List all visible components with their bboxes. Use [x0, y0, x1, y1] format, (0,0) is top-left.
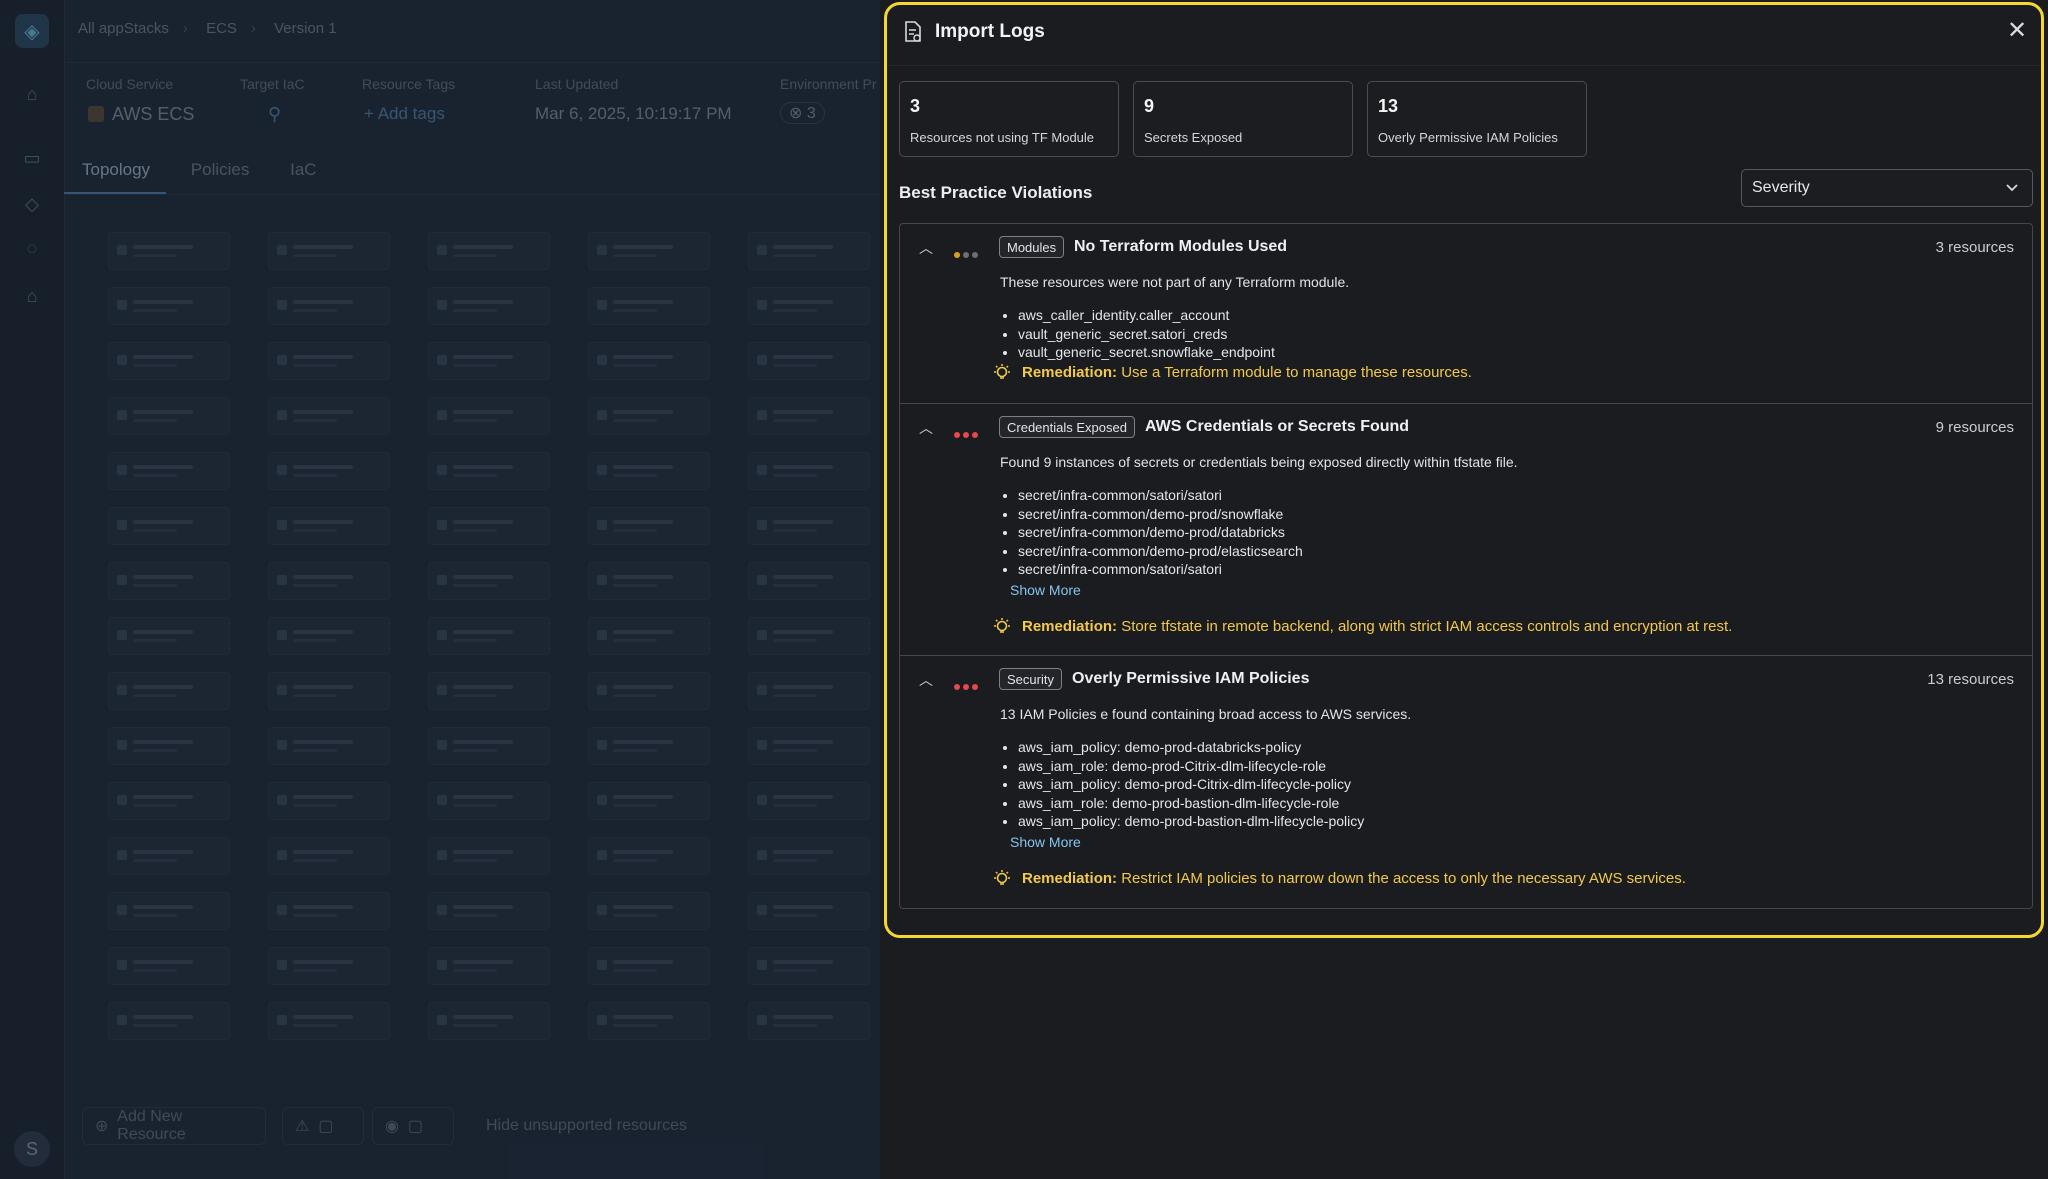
- violation-description: These resources were not part of any Ter…: [1000, 274, 1350, 290]
- chevron-up-icon[interactable]: ︿: [918, 238, 934, 256]
- file-log-icon: [903, 21, 925, 45]
- list-item: vault_generic_secret.snowflake_endpoint: [1018, 343, 1275, 362]
- severity-dot: [972, 684, 978, 690]
- severity-dot: [972, 432, 978, 438]
- chevron-up-icon[interactable]: ︿: [918, 670, 934, 688]
- violation-title: Overly Permissive IAM Policies: [1072, 670, 1310, 687]
- violation-item: ︿ Security Overly Permissive IAM Policie…: [900, 656, 2032, 908]
- drawer-title: Import Logs: [935, 21, 1045, 42]
- severity-indicator: [954, 245, 981, 263]
- chevron-down-icon: [2004, 177, 2022, 197]
- violation-item: ︿ Credentials Exposed AWS Credentials or…: [900, 404, 2032, 656]
- stat-card-iam-policies: 13 Overly Permissive IAM Policies: [1367, 81, 1587, 157]
- severity-dot: [963, 252, 969, 258]
- list-item: secret/infra-common/demo-prod/elasticsea…: [1018, 542, 1303, 561]
- stat-label: Resources not using TF Module: [910, 130, 1095, 145]
- show-more-link[interactable]: Show More: [1010, 834, 1081, 850]
- lightbulb-icon: [992, 363, 1012, 383]
- resource-list: secret/infra-common/satori/satori secret…: [1000, 486, 1303, 579]
- severity-dot: [963, 684, 969, 690]
- lightbulb-icon: [992, 617, 1012, 637]
- close-icon[interactable]: ✕: [2003, 17, 2031, 45]
- stat-number: 3: [910, 96, 921, 116]
- violation-description: 13 IAM Policies e found containing broad…: [1000, 706, 1412, 722]
- stat-label: Secrets Exposed: [1144, 130, 1243, 145]
- chevron-up-icon[interactable]: ︿: [918, 418, 934, 436]
- severity-indicator: [954, 677, 981, 695]
- resource-list: aws_iam_policy: demo-prod-databricks-pol…: [1000, 738, 1364, 831]
- violation-item: ︿ Modules No Terraform Modules Used 3 re…: [900, 224, 2032, 404]
- show-more-link[interactable]: Show More: [1010, 582, 1081, 598]
- list-item: vault_generic_secret.satori_creds: [1018, 325, 1275, 344]
- category-tag: Credentials Exposed: [999, 416, 1135, 438]
- severity-dot: [954, 684, 960, 690]
- lightbulb-icon: [992, 869, 1012, 889]
- stat-number: 9: [1144, 96, 1155, 116]
- stat-number: 13: [1378, 96, 1399, 116]
- severity-indicator: [954, 425, 981, 443]
- severity-select[interactable]: Severity: [1741, 169, 2033, 207]
- list-item: aws_iam_policy: demo-prod-bastion-dlm-li…: [1018, 812, 1364, 831]
- resource-count: 13 resources: [1927, 671, 2014, 688]
- severity-select-value: Severity: [1752, 179, 1810, 196]
- resource-list: aws_caller_identity.caller_account vault…: [1000, 306, 1275, 362]
- violation-title: No Terraform Modules Used: [1074, 238, 1288, 255]
- violation-title: AWS Credentials or Secrets Found: [1145, 418, 1410, 435]
- remediation: Remediation: Restrict IAM policies to na…: [1022, 870, 1686, 887]
- list-item: aws_iam_role: demo-prod-Citrix-dlm-lifec…: [1018, 757, 1364, 776]
- severity-dot: [954, 432, 960, 438]
- list-item: secret/infra-common/satori/satori: [1018, 560, 1303, 579]
- list-item: aws_iam_policy: demo-prod-databricks-pol…: [1018, 738, 1364, 757]
- stat-card-secrets: 9 Secrets Exposed: [1133, 81, 1353, 157]
- resource-count: 3 resources: [1935, 239, 2014, 256]
- violations-list: ︿ Modules No Terraform Modules Used 3 re…: [899, 223, 2033, 909]
- list-item: secret/infra-common/demo-prod/snowflake: [1018, 505, 1303, 524]
- severity-dot: [954, 252, 960, 258]
- remediation: Remediation: Store tfstate in remote bac…: [1022, 618, 1733, 635]
- remediation: Remediation: Use a Terraform module to m…: [1022, 364, 1472, 381]
- violation-description: Found 9 instances of secrets or credenti…: [1000, 454, 1518, 470]
- stat-card-tf-modules: 3 Resources not using TF Module: [899, 81, 1119, 157]
- severity-dot: [972, 252, 978, 258]
- resource-count: 9 resources: [1935, 419, 2014, 436]
- category-tag: Security: [999, 668, 1062, 690]
- list-item: secret/infra-common/demo-prod/databricks: [1018, 523, 1303, 542]
- list-item: aws_iam_policy: demo-prod-Citrix-dlm-lif…: [1018, 775, 1364, 794]
- category-tag: Modules: [999, 236, 1065, 258]
- list-item: aws_caller_identity.caller_account: [1018, 306, 1275, 325]
- import-logs-panel: Import Logs ✕ 3 Resources not using TF M…: [884, 2, 2044, 938]
- severity-dot: [963, 432, 969, 438]
- modal-overlay[interactable]: [0, 0, 880, 1179]
- list-item: aws_iam_role: demo-prod-bastion-dlm-life…: [1018, 794, 1364, 813]
- list-item: secret/infra-common/satori/satori: [1018, 486, 1303, 505]
- stat-label: Overly Permissive IAM Policies: [1378, 130, 1558, 145]
- section-title: Best Practice Violations: [899, 183, 1093, 202]
